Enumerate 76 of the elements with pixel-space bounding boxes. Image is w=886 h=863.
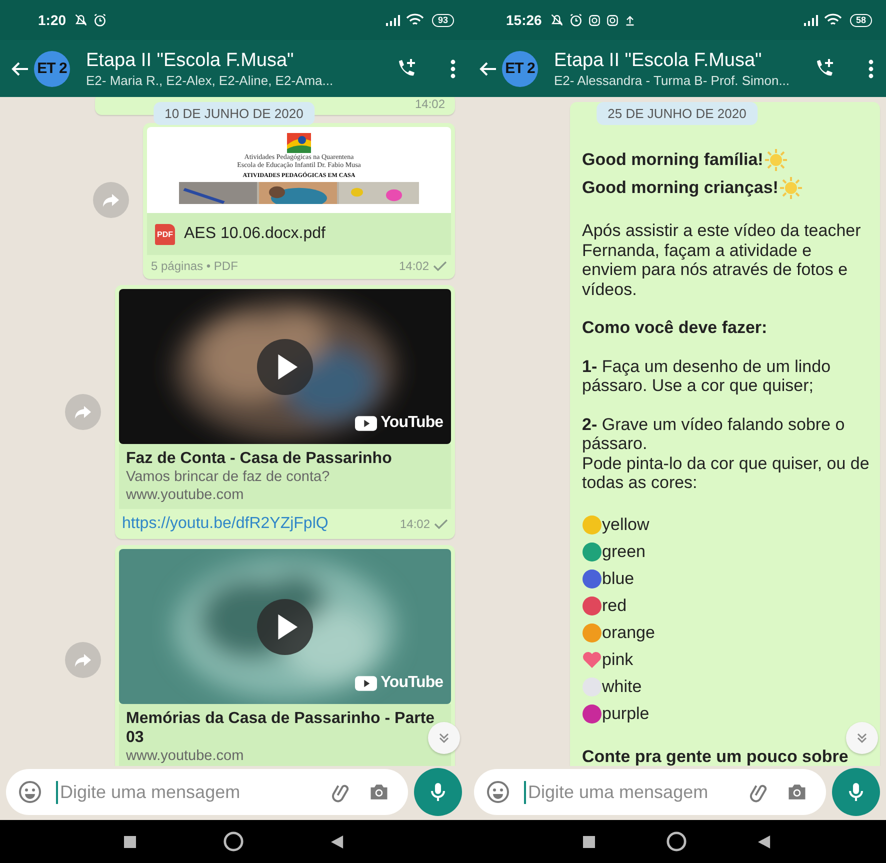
signal-icon <box>384 14 401 26</box>
chat-title[interactable]: Etapa II "Escola F.Musa" <box>86 48 390 72</box>
color-name: blue <box>602 569 634 589</box>
upload-icon <box>624 14 636 26</box>
alarm-icon <box>568 13 583 27</box>
chat-subtitle: E2- Maria R., E2-Alex, E2-Aline, E2-Ama... <box>86 72 334 88</box>
alarm-icon <box>93 13 108 27</box>
sun-icon <box>779 176 804 200</box>
battery-indicator: 93 <box>432 14 454 26</box>
link-preview[interactable]: Memórias da Casa de Passarinho - Parte 03 www.youtube.com <box>119 704 451 766</box>
message-text: Conte pra gente um pouco sobre <box>582 746 850 766</box>
color-name: green <box>602 542 646 562</box>
play-button[interactable] <box>256 598 314 656</box>
date-chip: 10 DE JUNHO DE 2020 <box>154 102 314 125</box>
recent-apps-icon[interactable] <box>124 836 136 848</box>
message-text: Good morning família! <box>582 150 764 170</box>
group-avatar[interactable]: ET 2 <box>502 50 538 86</box>
battery-indicator: 58 <box>850 14 872 26</box>
chat-subtitle: E2- Alessandra - Turma B- Prof. Simon... <box>554 72 791 88</box>
notification-off-icon <box>550 13 564 27</box>
color-name: pink <box>602 650 634 670</box>
camera-app-icon <box>606 14 619 26</box>
youtube-logo: YouTube <box>355 414 443 432</box>
back-icon[interactable] <box>758 834 771 848</box>
double-chevron-down-icon <box>437 731 451 745</box>
emoji-icon[interactable] <box>18 780 42 804</box>
microphone-button[interactable] <box>832 768 880 816</box>
link-preview[interactable]: Faz de Conta - Casa de Passarinho Vamos brincar de faz de conta? www.youtube.com <box>119 444 451 509</box>
color-name: red <box>602 596 627 616</box>
message-text: Após assistir a este vídeo da teacher Fernanda, façam a atividade e enviem para nós através de fotos e vídeos. <box>582 221 862 299</box>
play-button[interactable] <box>256 338 314 396</box>
status-time: 1:20 <box>38 12 66 28</box>
file-info: 5 páginas • PDF <box>151 259 238 273</box>
message-text: Pode pinta-lo da cor que quiser, ou de todas as cores: <box>582 454 870 492</box>
message-text: Good morning crianças! <box>582 178 778 198</box>
link-domain: www.youtube.com <box>126 486 245 505</box>
message-text: 1- Faça um desenho de um lindo pássaro. Use a cor que quiser; <box>582 356 832 396</box>
message-text: Como você deve fazer: <box>582 318 768 338</box>
logo-icon <box>287 133 311 153</box>
home-icon[interactable] <box>222 831 244 852</box>
date-chip: 25 DE JUNHO DE 2020 <box>596 102 758 125</box>
double-chevron-down-icon <box>855 731 869 745</box>
menu-icon[interactable] <box>450 58 456 78</box>
link-title: Faz de Conta - Casa de Passarinho <box>126 449 393 468</box>
chat-title[interactable]: Etapa II "Escola F.Musa" <box>554 48 808 72</box>
camera-app-icon <box>588 14 601 26</box>
group-avatar[interactable]: ET 2 <box>34 50 70 86</box>
youtube-logo: YouTube <box>355 674 443 692</box>
notification-off-icon <box>74 13 88 27</box>
recent-apps-icon[interactable] <box>583 836 596 848</box>
microphone-button[interactable] <box>414 768 462 816</box>
status-time: 15:26 <box>506 12 542 28</box>
menu-icon[interactable] <box>868 58 874 78</box>
message-time: 14:02 <box>398 259 429 273</box>
file-attachment[interactable]: PDF AES 10.06.docx.pdf <box>147 213 451 255</box>
color-name: orange <box>602 623 655 643</box>
message-field[interactable]: Digite uma mensagem <box>6 769 408 815</box>
sun-icon <box>764 148 788 172</box>
color-name: white <box>602 677 642 697</box>
link-domain: www.youtube.com <box>126 747 245 766</box>
link-title: Memórias da Casa de Passarinho - Parte 03 <box>126 709 436 747</box>
link-description: Vamos brincar de faz de conta? <box>126 468 331 486</box>
wifi-icon <box>824 13 842 27</box>
message-time: 14:02 <box>414 97 445 111</box>
pdf-file-icon: PDF <box>155 224 175 244</box>
file-name: AES 10.06.docx.pdf <box>184 225 326 243</box>
color-name: yellow <box>602 515 650 535</box>
message-field[interactable]: Digite uma mensagem <box>474 769 826 815</box>
back-icon[interactable] <box>331 834 344 848</box>
message-time: 14:02 <box>400 517 430 531</box>
signal-icon <box>802 14 819 26</box>
message-text: 2- Grave um vídeo falando sobre o pássaro. <box>582 414 846 454</box>
emoji-icon[interactable] <box>486 780 510 804</box>
color-name: purple <box>602 704 650 724</box>
wifi-icon <box>406 13 424 27</box>
home-icon[interactable] <box>666 831 687 852</box>
